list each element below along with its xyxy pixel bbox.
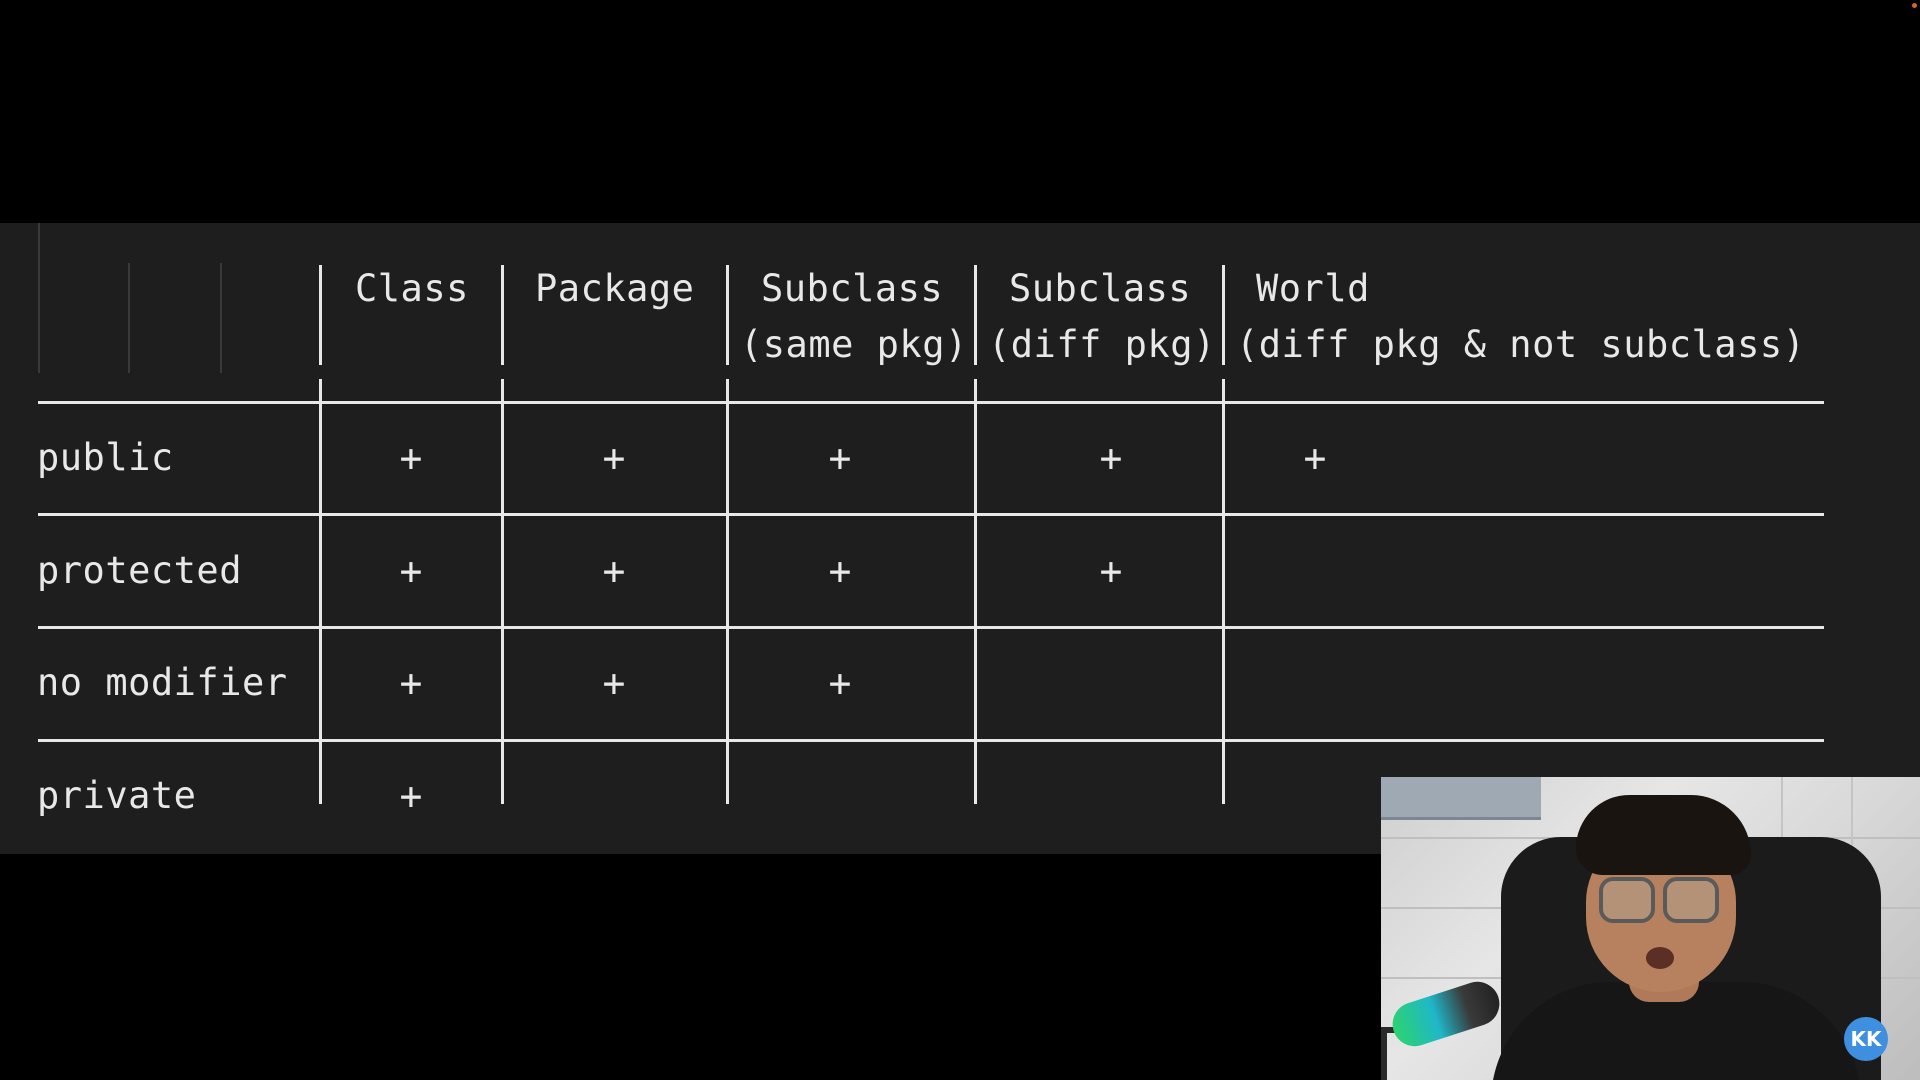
row-separator xyxy=(38,739,1824,742)
row-separator xyxy=(38,401,1824,404)
access-mark: + xyxy=(602,436,626,480)
access-mark: + xyxy=(828,549,852,593)
row-label-private: private xyxy=(37,774,197,817)
guide-line xyxy=(128,263,130,373)
access-mark: + xyxy=(1099,549,1123,593)
header-world: World xyxy=(1256,267,1370,310)
guide-line xyxy=(220,263,222,373)
access-mark: + xyxy=(828,436,852,480)
access-mark: + xyxy=(828,661,852,705)
header-subclass-same-sub: (same pkg) xyxy=(740,323,968,366)
header-subclass-same: Subclass xyxy=(761,267,944,310)
webcam-overlay: KK xyxy=(1381,777,1920,1080)
access-mark: + xyxy=(399,661,423,705)
header-subclass-diff: Subclass xyxy=(1009,267,1192,310)
access-mark: + xyxy=(1099,436,1123,480)
row-separator xyxy=(38,513,1824,516)
access-mark: + xyxy=(399,549,423,593)
row-label-public: public xyxy=(37,436,174,479)
access-mark: + xyxy=(602,661,626,705)
channel-logo: KK xyxy=(1844,1017,1888,1061)
header-package: Package xyxy=(535,267,695,310)
row-separator xyxy=(38,626,1824,629)
header-class: Class xyxy=(355,267,469,310)
glasses-lens xyxy=(1599,877,1655,923)
terminal-window: Class Package Subclass (same pkg) Subcla… xyxy=(0,223,1920,854)
wall-frame xyxy=(1381,777,1541,820)
glasses-lens xyxy=(1663,877,1719,923)
access-mark: + xyxy=(399,774,423,818)
access-mark: + xyxy=(602,549,626,593)
access-mark: + xyxy=(399,436,423,480)
guide-line xyxy=(38,223,40,373)
recording-indicator xyxy=(1912,3,1917,8)
access-mark: + xyxy=(1303,436,1327,480)
header-subclass-diff-sub: (diff pkg) xyxy=(988,323,1216,366)
header-world-sub: (diff pkg & not subclass) xyxy=(1236,323,1806,366)
video-frame: Class Package Subclass (same pkg) Subcla… xyxy=(0,0,1920,1080)
row-label-protected: protected xyxy=(37,549,242,592)
row-label-no-modifier: no modifier xyxy=(37,661,288,704)
